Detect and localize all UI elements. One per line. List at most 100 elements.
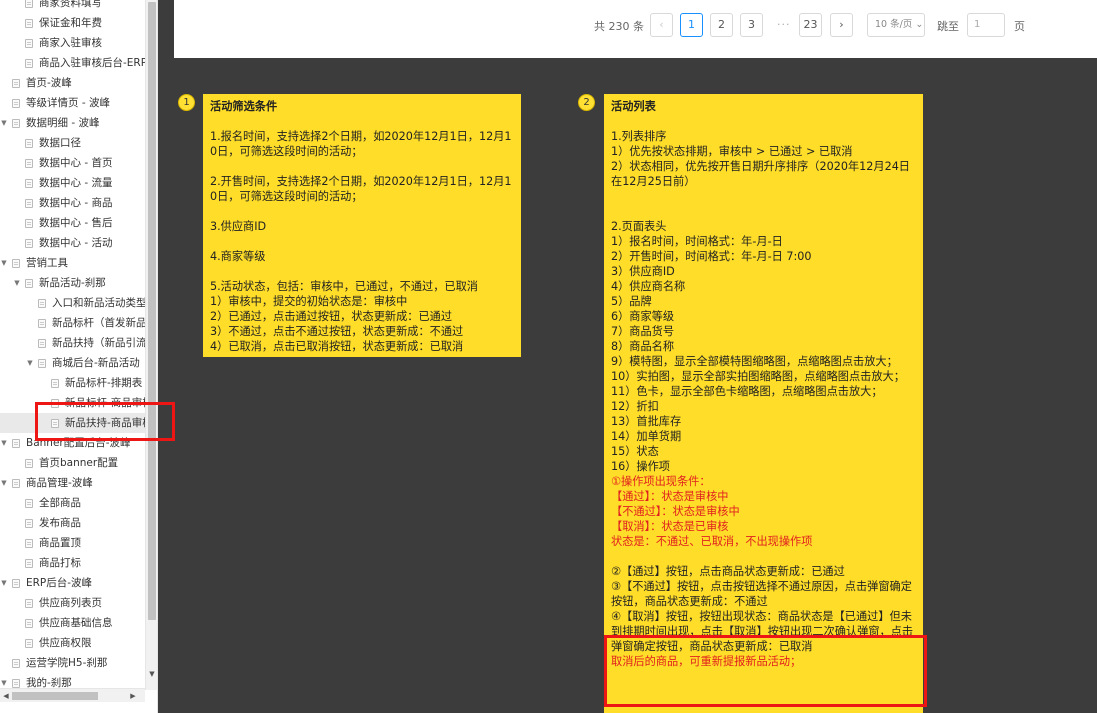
note-title: 活动列表 <box>611 100 656 113</box>
sidebar-item[interactable]: 首页banner配置 <box>0 453 145 473</box>
sidebar-item[interactable]: 新品标杆-排期表 <box>0 373 145 393</box>
expand-toggle-icon[interactable]: ▼ <box>0 573 9 593</box>
sidebar-item[interactable]: 全部商品 <box>0 493 145 513</box>
sidebar-item[interactable]: 数据口径 <box>0 133 145 153</box>
note-line: 16）操作项 <box>611 460 670 473</box>
sidebar-item[interactable]: 商品置顶 <box>0 533 145 553</box>
page-icon <box>25 559 33 568</box>
vertical-scrollbar[interactable]: ▼ <box>145 0 157 690</box>
sidebar-item[interactable]: 首页-波峰 <box>0 73 145 93</box>
sidebar-item[interactable]: ▼ 新品活动-刹那 <box>0 273 145 293</box>
sidebar-item[interactable]: 供应商权限 <box>0 633 145 653</box>
page-icon <box>25 239 33 248</box>
sidebar-item[interactable]: 商品入驻审核后台-ERP <box>0 53 145 73</box>
sidebar-item-label: 数据明细 - 波峰 <box>26 117 100 129</box>
sidebar-item-label: 数据中心 - 活动 <box>39 237 113 249</box>
sidebar-item[interactable]: 数据中心 - 流量 <box>0 173 145 193</box>
expand-toggle-icon[interactable]: ▼ <box>0 473 9 493</box>
prev-page-button[interactable]: ‹ <box>650 13 673 37</box>
sidebar-item[interactable]: 运营学院H5-刹那 <box>0 653 145 673</box>
page-size-select[interactable]: 10 条/页 ⌄ <box>867 13 925 37</box>
horizontal-scrollbar[interactable]: ◀ ▶ <box>0 688 145 702</box>
page-tree-sidebar: 商家资料填写 保证金和年费 商家入驻审核商品入驻审核后台-ERP 首页-波峰等级详情页… <box>0 0 158 713</box>
expand-toggle-icon[interactable]: ▼ <box>25 353 35 373</box>
sidebar-item-label: 新品标杆-排期表 <box>65 377 143 389</box>
sidebar-item[interactable]: 商品打标 <box>0 553 145 573</box>
sidebar-item[interactable]: ▼ 数据明细 - 波峰 <box>0 113 145 133</box>
sidebar-item[interactable]: ▼ 营销工具 <box>0 253 145 273</box>
note-line <box>210 204 514 219</box>
expand-toggle-icon[interactable]: ▼ <box>0 253 9 273</box>
note-line: 3）不通过，点击不通过按钮，状态更新成：不通过 <box>210 325 464 338</box>
sidebar-item-label: 商品入驻审核后台-ERP <box>39 57 145 69</box>
sidebar-item[interactable]: 新品标杆（首发新品 <box>0 313 145 333</box>
page-icon <box>25 159 33 168</box>
sidebar-item-label: 保证金和年费 <box>39 17 102 29</box>
highlight-box-cancel-rule <box>604 635 927 707</box>
page-button-last[interactable]: 23 <box>799 13 822 37</box>
sidebar-item[interactable]: ▼ 商城后台-新品活动 <box>0 353 145 373</box>
note-line: 13）首批库存 <box>611 415 682 428</box>
note-line: 4）已取消，点击已取消按钮，状态更新成：已取消 <box>210 340 464 353</box>
page-icon <box>12 259 20 268</box>
expand-toggle-icon[interactable]: ▼ <box>12 273 22 293</box>
page-icon <box>25 539 33 548</box>
expand-toggle-icon[interactable]: ▼ <box>0 433 9 453</box>
note-line <box>611 114 916 129</box>
sidebar-item-label: 首页banner配置 <box>39 457 119 469</box>
sidebar-item-label: 新品扶持（新品引流 <box>52 337 145 349</box>
sidebar-item[interactable]: 商家资料填写 <box>0 0 145 13</box>
page-ellipsis[interactable]: ··· <box>777 18 791 31</box>
sidebar-item-label: 等级详情页 - 波峰 <box>26 97 110 109</box>
note-line: 【取消】：状态是已审核 <box>611 520 729 533</box>
note-line <box>611 189 916 204</box>
page-icon <box>51 379 59 388</box>
scroll-down-arrow-icon[interactable]: ▼ <box>146 668 157 680</box>
sidebar-item-label: 供应商列表页 <box>39 597 102 609</box>
sidebar-item[interactable]: ▼ 商品管理-波峰 <box>0 473 145 493</box>
jump-page-input[interactable]: 1 <box>967 13 1005 37</box>
page-icon <box>12 99 20 108</box>
page-button-1[interactable]: 1 <box>680 13 703 37</box>
page-icon <box>25 499 33 508</box>
note-line: 2.开售时间，支持选择2个日期，如2020年12月1日，12月10日，可筛选这段… <box>210 175 512 203</box>
horizontal-scroll-thumb[interactable] <box>12 692 98 700</box>
vertical-scroll-thumb[interactable] <box>148 2 156 620</box>
next-page-button[interactable]: › <box>830 13 853 37</box>
note-line: 4）供应商名称 <box>611 280 686 293</box>
scroll-right-arrow-icon[interactable]: ▶ <box>127 689 139 703</box>
note-line <box>210 114 514 129</box>
sidebar-item-label: 数据中心 - 商品 <box>39 197 113 209</box>
expand-toggle-icon[interactable]: ▼ <box>0 113 9 133</box>
sidebar-item-label: 首页-波峰 <box>26 77 72 89</box>
sidebar-item-label: 商家资料填写 <box>39 0 102 9</box>
sidebar-item[interactable]: ▼ ERP后台-波峰 <box>0 573 145 593</box>
page-tree: 商家资料填写 保证金和年费 商家入驻审核商品入驻审核后台-ERP 首页-波峰等级详情页… <box>0 0 145 693</box>
sidebar-item-label: 数据中心 - 流量 <box>39 177 113 189</box>
sidebar-item[interactable]: 数据中心 - 首页 <box>0 153 145 173</box>
sidebar-item[interactable]: 数据中心 - 活动 <box>0 233 145 253</box>
sidebar-item[interactable]: 数据中心 - 售后 <box>0 213 145 233</box>
scroll-left-arrow-icon[interactable]: ◀ <box>0 689 12 703</box>
page-icon <box>25 179 33 188</box>
highlight-box-selected-page <box>35 402 175 441</box>
page-button-2[interactable]: 2 <box>710 13 733 37</box>
page-icon <box>38 319 46 328</box>
sidebar-item[interactable]: 供应商列表页 <box>0 593 145 613</box>
note-line: 14）加单货期 <box>611 430 682 443</box>
page-icon <box>25 459 33 468</box>
sidebar-item[interactable]: 入口和新品活动类型 <box>0 293 145 313</box>
sidebar-item[interactable]: 数据中心 - 商品 <box>0 193 145 213</box>
sidebar-item-label: 商家入驻审核 <box>39 37 102 49</box>
sidebar-item[interactable]: 新品扶持（新品引流 <box>0 333 145 353</box>
sidebar-item[interactable]: 等级详情页 - 波峰 <box>0 93 145 113</box>
sidebar-item[interactable]: 保证金和年费 <box>0 13 145 33</box>
page-button-3[interactable]: 3 <box>740 13 763 37</box>
sidebar-item-label: ERP后台-波峰 <box>26 577 93 589</box>
page-icon <box>38 339 46 348</box>
sidebar-item[interactable]: 供应商基础信息 <box>0 613 145 633</box>
sidebar-item[interactable]: 商家入驻审核 <box>0 33 145 53</box>
sidebar-item[interactable]: 发布商品 <box>0 513 145 533</box>
note-line: 5）品牌 <box>611 295 652 308</box>
page-icon <box>12 659 20 668</box>
